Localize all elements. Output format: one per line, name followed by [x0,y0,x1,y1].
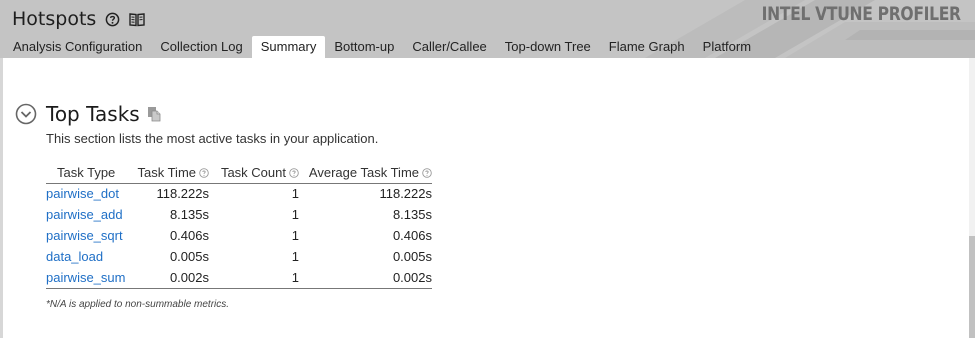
window-header: INTEL VTUNE PROFILER Hotspots Analysis C… [0,0,975,58]
brand-logo-text: INTEL VTUNE PROFILER [761,3,961,25]
app-title: Hotspots [12,8,97,30]
scrollbar-thumb[interactable] [969,236,975,338]
table-row: pairwise_dot 118.222s 1 118.222s [46,183,432,204]
question-circle-icon[interactable] [422,167,432,178]
question-circle-icon[interactable] [199,167,209,178]
tab-bottom-up[interactable]: Bottom-up [325,36,403,58]
table-row: pairwise_add 8.135s 1 8.135s [46,204,432,225]
copy-icon[interactable] [147,106,161,122]
average-task-time-cell: 0.002s [299,267,432,289]
tab-flame-graph[interactable]: Flame Graph [600,36,694,58]
column-header-task-time[interactable]: Task Time [134,160,209,184]
top-tasks-header: Top Tasks [15,102,161,126]
average-task-time-cell: 0.005s [392,249,432,264]
task-type-link[interactable]: data_load [46,246,134,267]
column-header-task-count[interactable]: Task Count [209,160,299,184]
tab-analysis-configuration[interactable]: Analysis Configuration [4,36,151,58]
panel-left-border [0,58,3,338]
section-title: Top Tasks [46,102,140,126]
footnote: *N/A is applied to non-summable metrics. [46,299,230,310]
average-task-time-cell: 0.406s [392,228,432,243]
book-icon[interactable] [129,12,145,27]
column-header-average-task-time[interactable]: Average Task Time [299,160,432,184]
task-count-cell: 1 [291,249,299,264]
top-tasks-table: Task Type Task Time Task Count Average T… [46,160,432,289]
table-row: pairwise_sqrt 0.406s 1 0.406s [46,225,432,246]
task-type-link[interactable]: pairwise_sum [46,267,134,289]
task-time-cell: 118.222s [156,186,209,202]
tab-platform[interactable]: Platform [694,36,760,58]
section-description: This section lists the most active tasks… [46,131,379,146]
chevron-circle-icon[interactable] [15,103,37,125]
task-type-link[interactable]: pairwise_dot [46,183,134,204]
task-time-cell: 0.002s [134,267,209,289]
task-count-cell: 1 [291,228,299,243]
task-time-cell: 0.005s [169,249,209,264]
average-task-time-cell: 118.222s [379,186,432,202]
task-count-cell: 1 [209,267,299,289]
task-time-cell: 0.406s [169,228,209,243]
question-circle-icon[interactable] [105,12,120,27]
task-time-cell: 8.135s [169,207,209,222]
tab-summary[interactable]: Summary [251,36,326,58]
tab-caller-callee[interactable]: Caller/Callee [403,36,495,58]
view-tabs: Analysis Configuration Collection Log Su… [4,36,760,58]
question-circle-icon[interactable] [289,167,299,178]
column-header-task-type[interactable]: Task Type [46,160,134,184]
tab-top-down-tree[interactable]: Top-down Tree [496,36,600,58]
task-type-link[interactable]: pairwise_add [46,204,134,225]
task-count-cell: 1 [291,207,299,222]
table-row: pairwise_sum 0.002s 1 0.002s [46,267,432,289]
task-type-link[interactable]: pairwise_sqrt [46,225,134,246]
tab-collection-log[interactable]: Collection Log [151,36,251,58]
task-count-cell: 1 [291,186,299,202]
average-task-time-cell: 8.135s [392,207,432,222]
table-row: data_load 0.005s 1 0.005s [46,246,432,267]
